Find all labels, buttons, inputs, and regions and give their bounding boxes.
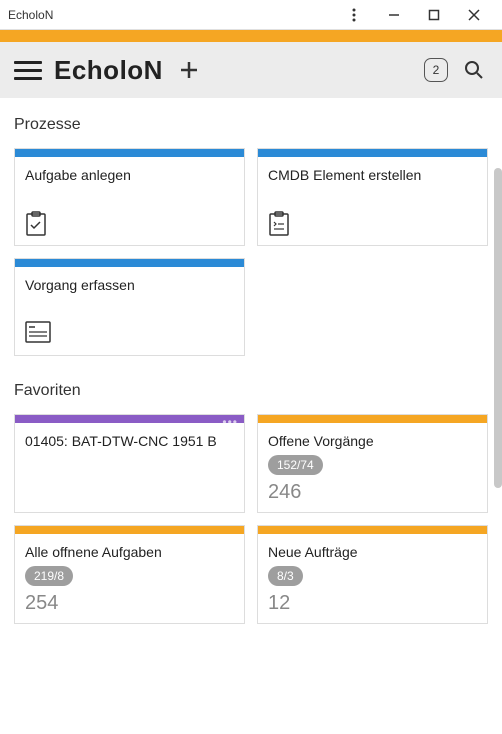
app-header: EcholoN 2: [0, 42, 502, 98]
add-button[interactable]: [175, 56, 203, 84]
card-stripe: •••: [15, 415, 244, 423]
card-stripe: [258, 149, 487, 157]
favorites-grid: ••• 01405: BAT-DTW-CNC 1951 B Offene Vor…: [14, 414, 488, 624]
window-controls: [334, 1, 494, 29]
count-badge: 219/8: [25, 566, 73, 586]
card-menu-icon[interactable]: •••: [222, 415, 238, 429]
card-title: Neue Aufträge: [268, 544, 477, 560]
window-titlebar: EcholoN: [0, 0, 502, 30]
card-stripe: [258, 526, 487, 534]
scrollbar[interactable]: [492, 98, 502, 734]
section-title-processes: Prozesse: [14, 116, 488, 134]
card-title: Aufgabe anlegen: [25, 167, 234, 183]
main-content: Prozesse Aufgabe anlegen CMDB Element er…: [0, 98, 502, 734]
notification-badge[interactable]: 2: [424, 58, 448, 82]
maximize-button[interactable]: [414, 1, 454, 29]
processes-grid: Aufgabe anlegen CMDB Element erstellen V…: [14, 148, 488, 356]
search-button[interactable]: [460, 56, 488, 84]
card-stripe: [15, 526, 244, 534]
process-card-vorgang[interactable]: Vorgang erfassen: [14, 258, 245, 356]
process-card-aufgabe[interactable]: Aufgabe anlegen: [14, 148, 245, 246]
favorite-card-alle-aufgaben[interactable]: Alle offnene Aufgaben 219/8 254: [14, 525, 245, 624]
card-title: 01405: BAT-DTW-CNC 1951 B: [25, 433, 234, 449]
card-title: CMDB Element erstellen: [268, 167, 477, 183]
card-title: Offene Vorgänge: [268, 433, 477, 449]
form-icon: [25, 321, 49, 347]
card-title: Alle offnene Aufgaben: [25, 544, 234, 560]
count-number: 246: [268, 481, 477, 504]
count-badge: 8/3: [268, 566, 303, 586]
section-title-favorites: Favoriten: [14, 382, 488, 400]
clipboard-check-icon: [25, 211, 49, 237]
favorite-card-01405[interactable]: ••• 01405: BAT-DTW-CNC 1951 B: [14, 414, 245, 513]
more-icon[interactable]: [334, 1, 374, 29]
app-logo: EcholoN: [54, 55, 163, 86]
minimize-button[interactable]: [374, 1, 414, 29]
process-card-cmdb[interactable]: CMDB Element erstellen: [257, 148, 488, 246]
clipboard-list-icon: [268, 211, 292, 237]
card-stripe: [15, 149, 244, 157]
window-title: EcholoN: [8, 8, 334, 22]
card-stripe: [258, 415, 487, 423]
count-number: 12: [268, 592, 477, 615]
card-stripe: [15, 259, 244, 267]
count-badge: 152/74: [268, 455, 323, 475]
favorite-card-neue-auftraege[interactable]: Neue Aufträge 8/3 12: [257, 525, 488, 624]
scrollbar-thumb[interactable]: [494, 168, 502, 488]
menu-button[interactable]: [14, 56, 42, 84]
count-number: 254: [25, 592, 234, 615]
card-title: Vorgang erfassen: [25, 277, 234, 293]
close-button[interactable]: [454, 1, 494, 29]
favorite-card-offene-vorgaenge[interactable]: Offene Vorgänge 152/74 246: [257, 414, 488, 513]
accent-bar: [0, 30, 502, 42]
